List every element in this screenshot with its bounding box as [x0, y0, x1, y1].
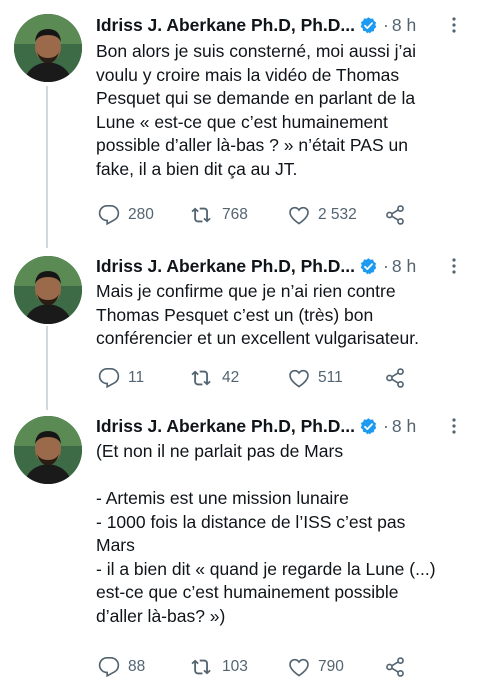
tweet-header: Idriss J. Aberkane Ph.D, Ph.D... · 8 h	[96, 253, 481, 279]
author-name[interactable]: Idriss J. Aberkane Ph.D, Ph.D...	[96, 416, 355, 437]
like-count: 790	[318, 658, 344, 675]
reply-count: 280	[128, 206, 154, 223]
retweet-button[interactable]: 42	[190, 367, 239, 389]
more-vertical-icon[interactable]	[445, 255, 463, 277]
share-button[interactable]	[384, 204, 406, 226]
retweet-icon	[190, 367, 214, 389]
avatar[interactable]	[14, 14, 82, 82]
retweet-button[interactable]: 768	[190, 204, 248, 226]
reply-button[interactable]: 280	[98, 204, 154, 226]
share-icon	[384, 367, 406, 389]
like-button[interactable]: 790	[288, 656, 344, 678]
retweet-count: 42	[222, 369, 240, 386]
avatar[interactable]	[14, 416, 82, 484]
heart-icon	[288, 367, 310, 389]
timestamp[interactable]: 8 h	[392, 416, 416, 437]
separator-dot: ·	[383, 415, 389, 436]
tweet-text: (Et non il ne parlait pas de Mars - Arte…	[96, 441, 436, 626]
verified-badge-icon	[359, 417, 378, 436]
tweet-header: Idriss J. Aberkane Ph.D, Ph.D... · 8 h	[96, 12, 481, 38]
tweet-header: Idriss J. Aberkane Ph.D, Ph.D... · 8 h	[96, 413, 481, 439]
like-count: 511	[318, 369, 343, 386]
share-button[interactable]	[384, 656, 406, 678]
reply-count: 11	[128, 369, 145, 386]
tweet-text: Mais je confirme que je n’ai rien contre…	[96, 281, 419, 348]
avatar[interactable]	[14, 256, 82, 324]
reply-button[interactable]: 11	[98, 367, 144, 389]
tweet-text: Bon alors je suis consterné, moi aussi j…	[96, 41, 417, 179]
retweet-count: 103	[222, 658, 248, 675]
separator-dot: ·	[383, 14, 389, 35]
share-icon	[384, 656, 406, 678]
heart-icon	[288, 656, 310, 678]
tweet[interactable]: Idriss J. Aberkane Ph.D, Ph.D... · 8 h B…	[0, 0, 481, 250]
timestamp[interactable]: 8 h	[392, 256, 416, 277]
separator-dot: ·	[383, 255, 389, 276]
retweet-icon	[190, 656, 214, 678]
verified-badge-icon	[359, 16, 378, 35]
share-button[interactable]	[384, 367, 406, 389]
reply-icon	[98, 656, 120, 678]
author-name[interactable]: Idriss J. Aberkane Ph.D, Ph.D...	[96, 15, 355, 36]
like-count: 2 532	[318, 206, 357, 223]
tweet[interactable]: Idriss J. Aberkane Ph.D, Ph.D... · 8 h M…	[0, 250, 481, 410]
more-vertical-icon[interactable]	[445, 14, 463, 36]
share-icon	[384, 204, 406, 226]
reply-count: 88	[128, 658, 146, 675]
more-vertical-icon[interactable]	[445, 415, 463, 437]
tweet[interactable]: Idriss J. Aberkane Ph.D, Ph.D... · 8 h (…	[0, 410, 481, 691]
author-name[interactable]: Idriss J. Aberkane Ph.D, Ph.D...	[96, 256, 355, 277]
retweet-count: 768	[222, 206, 248, 223]
retweet-button[interactable]: 103	[190, 656, 248, 678]
timestamp[interactable]: 8 h	[392, 15, 416, 36]
like-button[interactable]: 511	[288, 367, 343, 389]
reply-button[interactable]: 88	[98, 656, 145, 678]
reply-icon	[98, 204, 120, 226]
retweet-icon	[190, 204, 214, 226]
like-button[interactable]: 2 532	[288, 204, 357, 226]
verified-badge-icon	[359, 257, 378, 276]
reply-icon	[98, 367, 120, 389]
heart-icon	[288, 204, 310, 226]
